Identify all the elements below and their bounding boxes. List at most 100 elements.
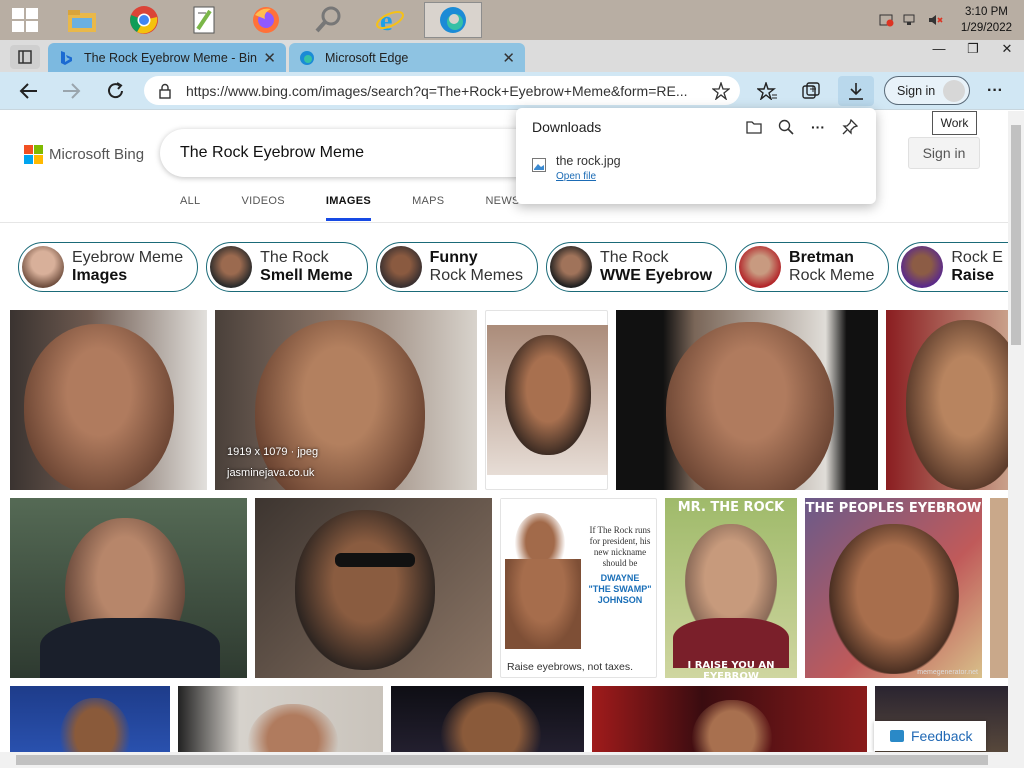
lock-icon[interactable] xyxy=(158,83,172,99)
image-thumbnail xyxy=(295,510,435,670)
image-thumbnail xyxy=(501,499,581,649)
image-result[interactable] xyxy=(391,686,584,756)
meme-watermark: memegenerator.net xyxy=(917,669,978,676)
downloads-more-icon[interactable]: ··· xyxy=(809,118,827,136)
scope-news[interactable]: NEWS xyxy=(485,195,519,221)
refresh-icon[interactable] xyxy=(103,79,129,103)
forward-arrow-icon[interactable] xyxy=(58,79,84,103)
address-bar[interactable]: https://www.bing.com/images/search?q=The… xyxy=(144,76,740,105)
close-window-button[interactable]: ✕ xyxy=(990,40,1024,60)
feedback-button[interactable]: Feedback xyxy=(874,721,986,751)
add-favorite-star-icon[interactable] xyxy=(712,82,730,100)
image-file-icon xyxy=(532,158,546,172)
network-icon[interactable] xyxy=(903,13,919,27)
meme-text: If The Rock runs for president, his new ni… xyxy=(588,525,652,605)
search-magnifier-icon[interactable] xyxy=(302,2,354,38)
maximize-button[interactable]: ❐ xyxy=(956,40,990,60)
chip-line1: The Rock xyxy=(260,249,329,266)
tab-strip: The Rock Eyebrow Meme - Bing ✕ Microsoft… xyxy=(0,40,1024,108)
avatar-icon xyxy=(943,80,965,102)
browser-toolbar: https://www.bing.com/images/search?q=The… xyxy=(0,72,1024,110)
svg-text:e: e xyxy=(380,6,392,35)
scope-all[interactable]: ALL xyxy=(180,195,200,221)
tab-bing-search[interactable]: The Rock Eyebrow Meme - Bing ✕ xyxy=(48,43,286,72)
chip-line2: Raise xyxy=(951,267,995,284)
image-thumbnail xyxy=(906,320,1008,490)
image-result[interactable] xyxy=(485,310,608,490)
chip-line2: WWE Eyebrow xyxy=(600,267,713,284)
image-result[interactable] xyxy=(10,498,247,678)
related-chip[interactable]: Funny Rock Memes xyxy=(375,242,538,292)
scope-videos[interactable]: VIDEOS xyxy=(241,195,284,221)
feedback-label: Feedback xyxy=(911,728,973,744)
image-thumbnail xyxy=(666,322,834,490)
microsoft-bing-logo[interactable]: Microsoft Bing xyxy=(24,145,144,164)
image-result[interactable] xyxy=(10,686,170,756)
bing-signin-button[interactable]: Sign in xyxy=(908,137,980,169)
horizontal-scrollbar[interactable] xyxy=(0,752,1008,768)
download-icon[interactable] xyxy=(845,80,867,102)
image-result[interactable] xyxy=(616,310,878,490)
vertical-scrollbar[interactable] xyxy=(1008,111,1024,768)
network-warning-icon[interactable] xyxy=(879,13,895,27)
file-explorer-icon[interactable] xyxy=(56,2,108,38)
open-folder-icon[interactable] xyxy=(745,118,763,136)
related-chip[interactable]: Rock E Raise xyxy=(897,242,1008,292)
scope-maps[interactable]: MAPS xyxy=(412,195,444,221)
chrome-icon[interactable] xyxy=(118,2,170,38)
scroll-thumb[interactable] xyxy=(16,755,988,765)
notepad-plus-icon[interactable] xyxy=(178,2,230,38)
downloads-title: Downloads xyxy=(532,119,602,135)
windows-start-icon[interactable] xyxy=(12,8,38,32)
image-result[interactable]: MR. THE ROCK I RAISE YOU AN EYEBROW xyxy=(665,498,797,678)
image-result[interactable] xyxy=(10,310,207,490)
tab-actions-icon[interactable] xyxy=(10,45,40,69)
open-file-link[interactable]: Open file xyxy=(556,171,621,182)
related-chip[interactable]: The Rock Smell Meme xyxy=(206,242,368,292)
related-chip[interactable]: Bretman Rock Meme xyxy=(735,242,890,292)
tab-close-button[interactable]: ✕ xyxy=(502,49,515,67)
related-chip[interactable]: The Rock WWE Eyebrow xyxy=(546,242,728,292)
profile-signin-button[interactable]: Sign in xyxy=(884,76,970,105)
signin-label: Sign in xyxy=(897,83,936,98)
image-result[interactable]: THE PEOPLES EYEBROW memegenerator.net xyxy=(805,498,982,678)
firefox-icon[interactable] xyxy=(240,2,292,38)
clock[interactable]: 3:10 PM 1/29/2022 xyxy=(961,4,1012,36)
search-downloads-icon[interactable] xyxy=(777,118,795,136)
tab-title: Microsoft Edge xyxy=(325,50,409,65)
image-result-hovered[interactable]: 1919 x 1079 · jpeg jasminejava.co.uk xyxy=(215,310,477,490)
image-result[interactable] xyxy=(255,498,492,678)
download-item[interactable]: the rock.jpg Open file xyxy=(532,154,621,182)
internet-explorer-icon[interactable]: e xyxy=(364,2,416,38)
profile-tooltip: Work xyxy=(932,111,977,135)
volume-muted-icon[interactable] xyxy=(927,13,943,27)
scope-images[interactable]: IMAGES xyxy=(325,195,372,221)
collections-icon[interactable] xyxy=(800,80,822,102)
image-result[interactable] xyxy=(990,498,1008,678)
chip-thumbnail xyxy=(901,246,944,288)
favorites-star-icon[interactable] xyxy=(756,80,778,102)
edge-taskbar-icon[interactable] xyxy=(424,2,482,38)
image-hover-meta: 1919 x 1079 · jpeg jasminejava.co.uk xyxy=(227,442,318,484)
bing-images-page: Microsoft Bing The Rock Eyebrow Meme Sig… xyxy=(0,111,1008,768)
chip-thumbnail xyxy=(210,246,253,288)
image-result[interactable] xyxy=(178,686,383,756)
back-arrow-icon[interactable] xyxy=(16,79,42,103)
tab-microsoft-edge[interactable]: Microsoft Edge ✕ xyxy=(289,43,525,72)
tab-close-button[interactable]: ✕ xyxy=(263,49,276,67)
bing-logo-text: Microsoft Bing xyxy=(49,146,145,163)
settings-more-icon[interactable]: ··· xyxy=(984,80,1006,102)
image-result[interactable] xyxy=(886,310,1008,490)
meme-bottom-text: I RAISE YOU AN EYEBROW xyxy=(687,660,775,678)
url-text[interactable]: https://www.bing.com/images/search?q=The… xyxy=(186,83,696,99)
chip-line2: Rock Meme xyxy=(789,267,875,284)
related-chip[interactable]: Eyebrow Meme Images xyxy=(18,242,199,292)
image-result[interactable] xyxy=(592,686,867,756)
pin-icon[interactable] xyxy=(841,118,859,136)
bing-search-input[interactable]: The Rock Eyebrow Meme xyxy=(160,129,540,177)
image-result[interactable]: If The Rock runs for president, his new ni… xyxy=(500,498,657,678)
image-source-link[interactable]: jasminejava.co.uk xyxy=(227,463,318,484)
image-dimensions: 1919 x 1079 · jpeg xyxy=(227,446,319,458)
minimize-button[interactable]: — xyxy=(922,40,956,60)
scroll-thumb[interactable] xyxy=(1011,125,1021,345)
